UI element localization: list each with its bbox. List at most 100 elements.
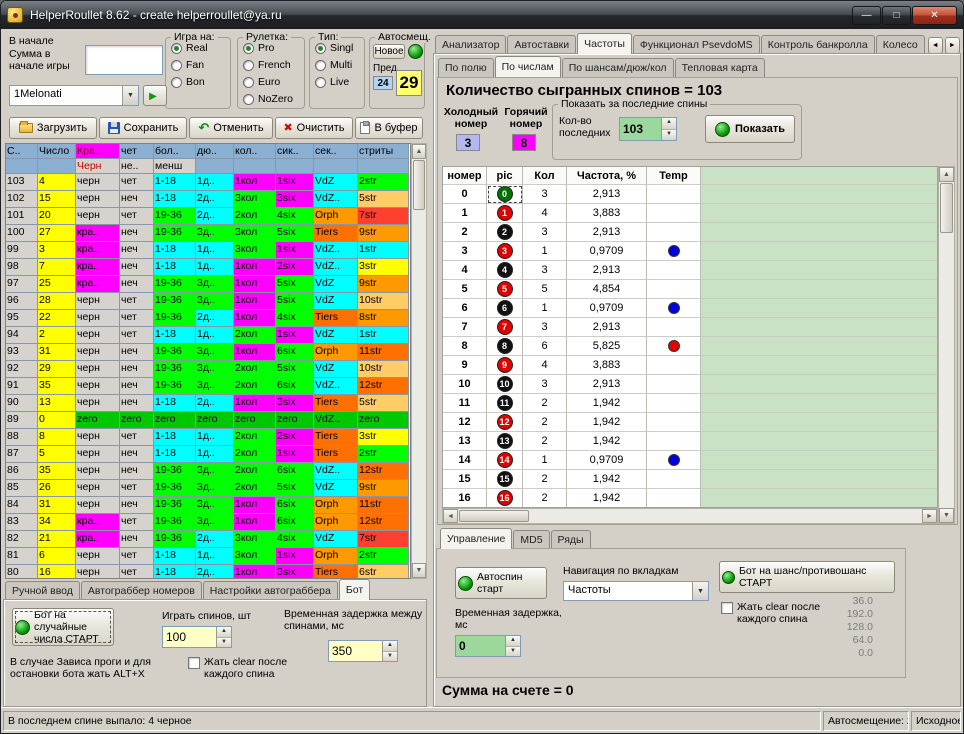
- history-row[interactable]: 1034чернчет1-181д..1кол1sixVdZ2str: [6, 174, 410, 191]
- control-clear-checkbox[interactable]: [721, 602, 733, 614]
- history-row[interactable]: 942чернчет1-181д..2кол1sixVdZ1str: [6, 327, 410, 344]
- spins-spinner[interactable]: 100 ▲▼: [162, 626, 232, 648]
- freq-row[interactable]: 111121,942: [443, 394, 937, 413]
- tab-frequencies[interactable]: Частоты: [577, 33, 632, 54]
- radio-multi-circle[interactable]: [315, 60, 326, 71]
- freq-row[interactable]: 1143,883: [443, 204, 937, 223]
- radio-nozero-circle[interactable]: [243, 94, 254, 105]
- history-row[interactable]: 8334кра..чет19-363д..1кол6sixOrph12str: [6, 514, 410, 531]
- history-scroll-thumb[interactable]: [413, 160, 425, 210]
- history-row[interactable]: 993кра..неч1-181д..3кол1sixVdZ..1str: [6, 242, 410, 259]
- tab-autograbber[interactable]: Автограббер номеров: [81, 581, 202, 600]
- tab-analyzer[interactable]: Анализатор: [435, 35, 506, 54]
- preset-combo[interactable]: 1Melonati ▼: [9, 85, 139, 106]
- freq-row[interactable]: 2232,913: [443, 223, 937, 242]
- freq-vscroll[interactable]: ▲ ▼: [938, 166, 955, 524]
- subtab-by-numbers[interactable]: По числам: [495, 56, 561, 77]
- chance-bot-button[interactable]: Бот на шанс/противошанс СТАРТ: [719, 561, 895, 593]
- radio-french-circle[interactable]: [243, 60, 254, 71]
- freq-scroll-right-icon[interactable]: ►: [922, 509, 937, 523]
- bot-clear-checkbox[interactable]: [188, 657, 200, 669]
- freq-row[interactable]: 101032,913: [443, 375, 937, 394]
- radio-pro-circle[interactable]: [243, 43, 254, 54]
- start-sum-input[interactable]: [85, 45, 163, 75]
- freq-scroll-down-icon[interactable]: ▼: [939, 508, 954, 523]
- freq-row[interactable]: 161621,942: [443, 489, 937, 508]
- radio-live-circle[interactable]: [315, 77, 326, 88]
- maximize-button[interactable]: □: [882, 6, 911, 25]
- history-row[interactable]: 10027кра..неч19-363д..3кол5sixTiers9str: [6, 225, 410, 242]
- radio-french[interactable]: French: [243, 58, 304, 72]
- bot-delay-down-icon[interactable]: ▼: [383, 652, 397, 662]
- history-row[interactable]: 10215черннеч1-182д..3кол3sixVdZ..5str: [6, 191, 410, 208]
- freq-row[interactable]: 151521,942: [443, 470, 937, 489]
- freq-row[interactable]: 8865,825: [443, 337, 937, 356]
- tab-wheel[interactable]: Колесо: [876, 35, 925, 54]
- radio-multi[interactable]: Multi: [315, 58, 364, 72]
- tab-scroll-left-button[interactable]: ◄: [928, 37, 943, 54]
- titlebar[interactable]: HelperRoullet 8.62 - create helperroulle…: [1, 1, 963, 29]
- freq-hscroll-thumb[interactable]: [459, 510, 529, 522]
- tab-md5[interactable]: MD5: [513, 530, 549, 549]
- tab-control[interactable]: Управление: [440, 528, 512, 549]
- bot-delay-up-icon[interactable]: ▲: [383, 641, 397, 652]
- history-row[interactable]: 8526чернчет19-363д..2кол5sixVdZ9str: [6, 480, 410, 497]
- count-down-icon[interactable]: ▼: [662, 130, 676, 141]
- control-delay-spinner[interactable]: 0 ▲▼: [455, 635, 521, 657]
- play-button[interactable]: [143, 85, 167, 106]
- history-row[interactable]: 888чернчет1-181д..2кол2sixTiers3str: [6, 429, 410, 446]
- history-row[interactable]: 9331черннеч19-363д..1кол6sixOrph11str: [6, 344, 410, 361]
- radio-bon-circle[interactable]: [171, 77, 182, 88]
- history-row[interactable]: 9135черннеч19-363д..2кол6sixVdZ..12str: [6, 378, 410, 395]
- tab-psevdoms[interactable]: Функционал PsevdoMS: [633, 35, 760, 54]
- subtab-by-field[interactable]: По полю: [438, 58, 494, 77]
- tab-autobets[interactable]: Автоставки: [507, 35, 576, 54]
- freq-hscroll[interactable]: ◄ ►: [442, 508, 938, 524]
- freq-row[interactable]: 3310,9709: [443, 242, 937, 261]
- freq-row[interactable]: 141410,9709: [443, 451, 937, 470]
- spins-value[interactable]: 100: [163, 627, 216, 647]
- history-row[interactable]: 890zerozerozerozerozerozeroVdZ..zero: [6, 412, 410, 429]
- random-bot-button[interactable]: Бот на случайные числа СТАРТ: [12, 608, 114, 646]
- tab-rows[interactable]: Ряды: [551, 530, 591, 549]
- history-row[interactable]: 10120чернчет19-362д..2кол4sixOrph7str: [6, 208, 410, 225]
- subtab-heatmap[interactable]: Тепловая карта: [675, 58, 765, 77]
- show-button[interactable]: Показать: [705, 115, 795, 143]
- freq-row[interactable]: 131321,942: [443, 432, 937, 451]
- undo-button[interactable]: Отменить: [189, 117, 273, 139]
- history-row[interactable]: 9229черннеч19-363д..2кол5sixVdZ10str: [6, 361, 410, 378]
- freq-row[interactable]: 121221,942: [443, 413, 937, 432]
- freq-row[interactable]: 9943,883: [443, 356, 937, 375]
- freq-row[interactable]: 5554,854: [443, 280, 937, 299]
- history-row[interactable]: 9013черннеч1-182д..1кол3sixTiers5str: [6, 395, 410, 412]
- radio-fan[interactable]: Fan: [171, 58, 230, 72]
- control-delay-value[interactable]: 0: [456, 636, 505, 656]
- bot-delay-value[interactable]: 350: [329, 641, 382, 661]
- radio-euro[interactable]: Euro: [243, 75, 304, 89]
- radio-fan-circle[interactable]: [171, 60, 182, 71]
- history-scrollbar[interactable]: ▲ ▼: [411, 143, 427, 579]
- save-button[interactable]: Сохранить: [99, 117, 187, 139]
- history-row[interactable]: 8221кра..неч19-362д..3кол4sixVdZ7str: [6, 531, 410, 548]
- history-row[interactable]: 8016чернчет1-182д..1кол3sixTiers6str: [6, 565, 410, 579]
- load-button[interactable]: Загрузить: [9, 117, 97, 139]
- count-up-icon[interactable]: ▲: [662, 118, 676, 130]
- clear-button[interactable]: Очистить: [275, 117, 353, 139]
- tab-grabber-settings[interactable]: Настройки автограббера: [203, 581, 338, 600]
- nav-combo-dropdown-icon[interactable]: ▼: [692, 582, 708, 600]
- bot-delay-spinner[interactable]: 350 ▲▼: [328, 640, 398, 662]
- freq-row[interactable]: 0032,913: [443, 185, 937, 204]
- freq-row[interactable]: 4432,913: [443, 261, 937, 280]
- count-spinner[interactable]: 103 ▲▼: [619, 117, 677, 141]
- minimize-button[interactable]: —: [852, 6, 881, 25]
- freq-row[interactable]: 6610,9709: [443, 299, 937, 318]
- radio-singl-circle[interactable]: [315, 43, 326, 54]
- control-delay-up-icon[interactable]: ▲: [506, 636, 520, 647]
- radio-real[interactable]: Real: [171, 41, 230, 55]
- preset-combo-dropdown-icon[interactable]: ▼: [122, 86, 138, 105]
- radio-nozero[interactable]: NoZero: [243, 92, 304, 106]
- buffer-button[interactable]: В буфер: [355, 117, 423, 139]
- radio-live[interactable]: Live: [315, 75, 364, 89]
- subtab-by-chances[interactable]: По шансам/дюж/кол: [562, 58, 674, 77]
- history-scroll-up-icon[interactable]: ▲: [412, 144, 426, 159]
